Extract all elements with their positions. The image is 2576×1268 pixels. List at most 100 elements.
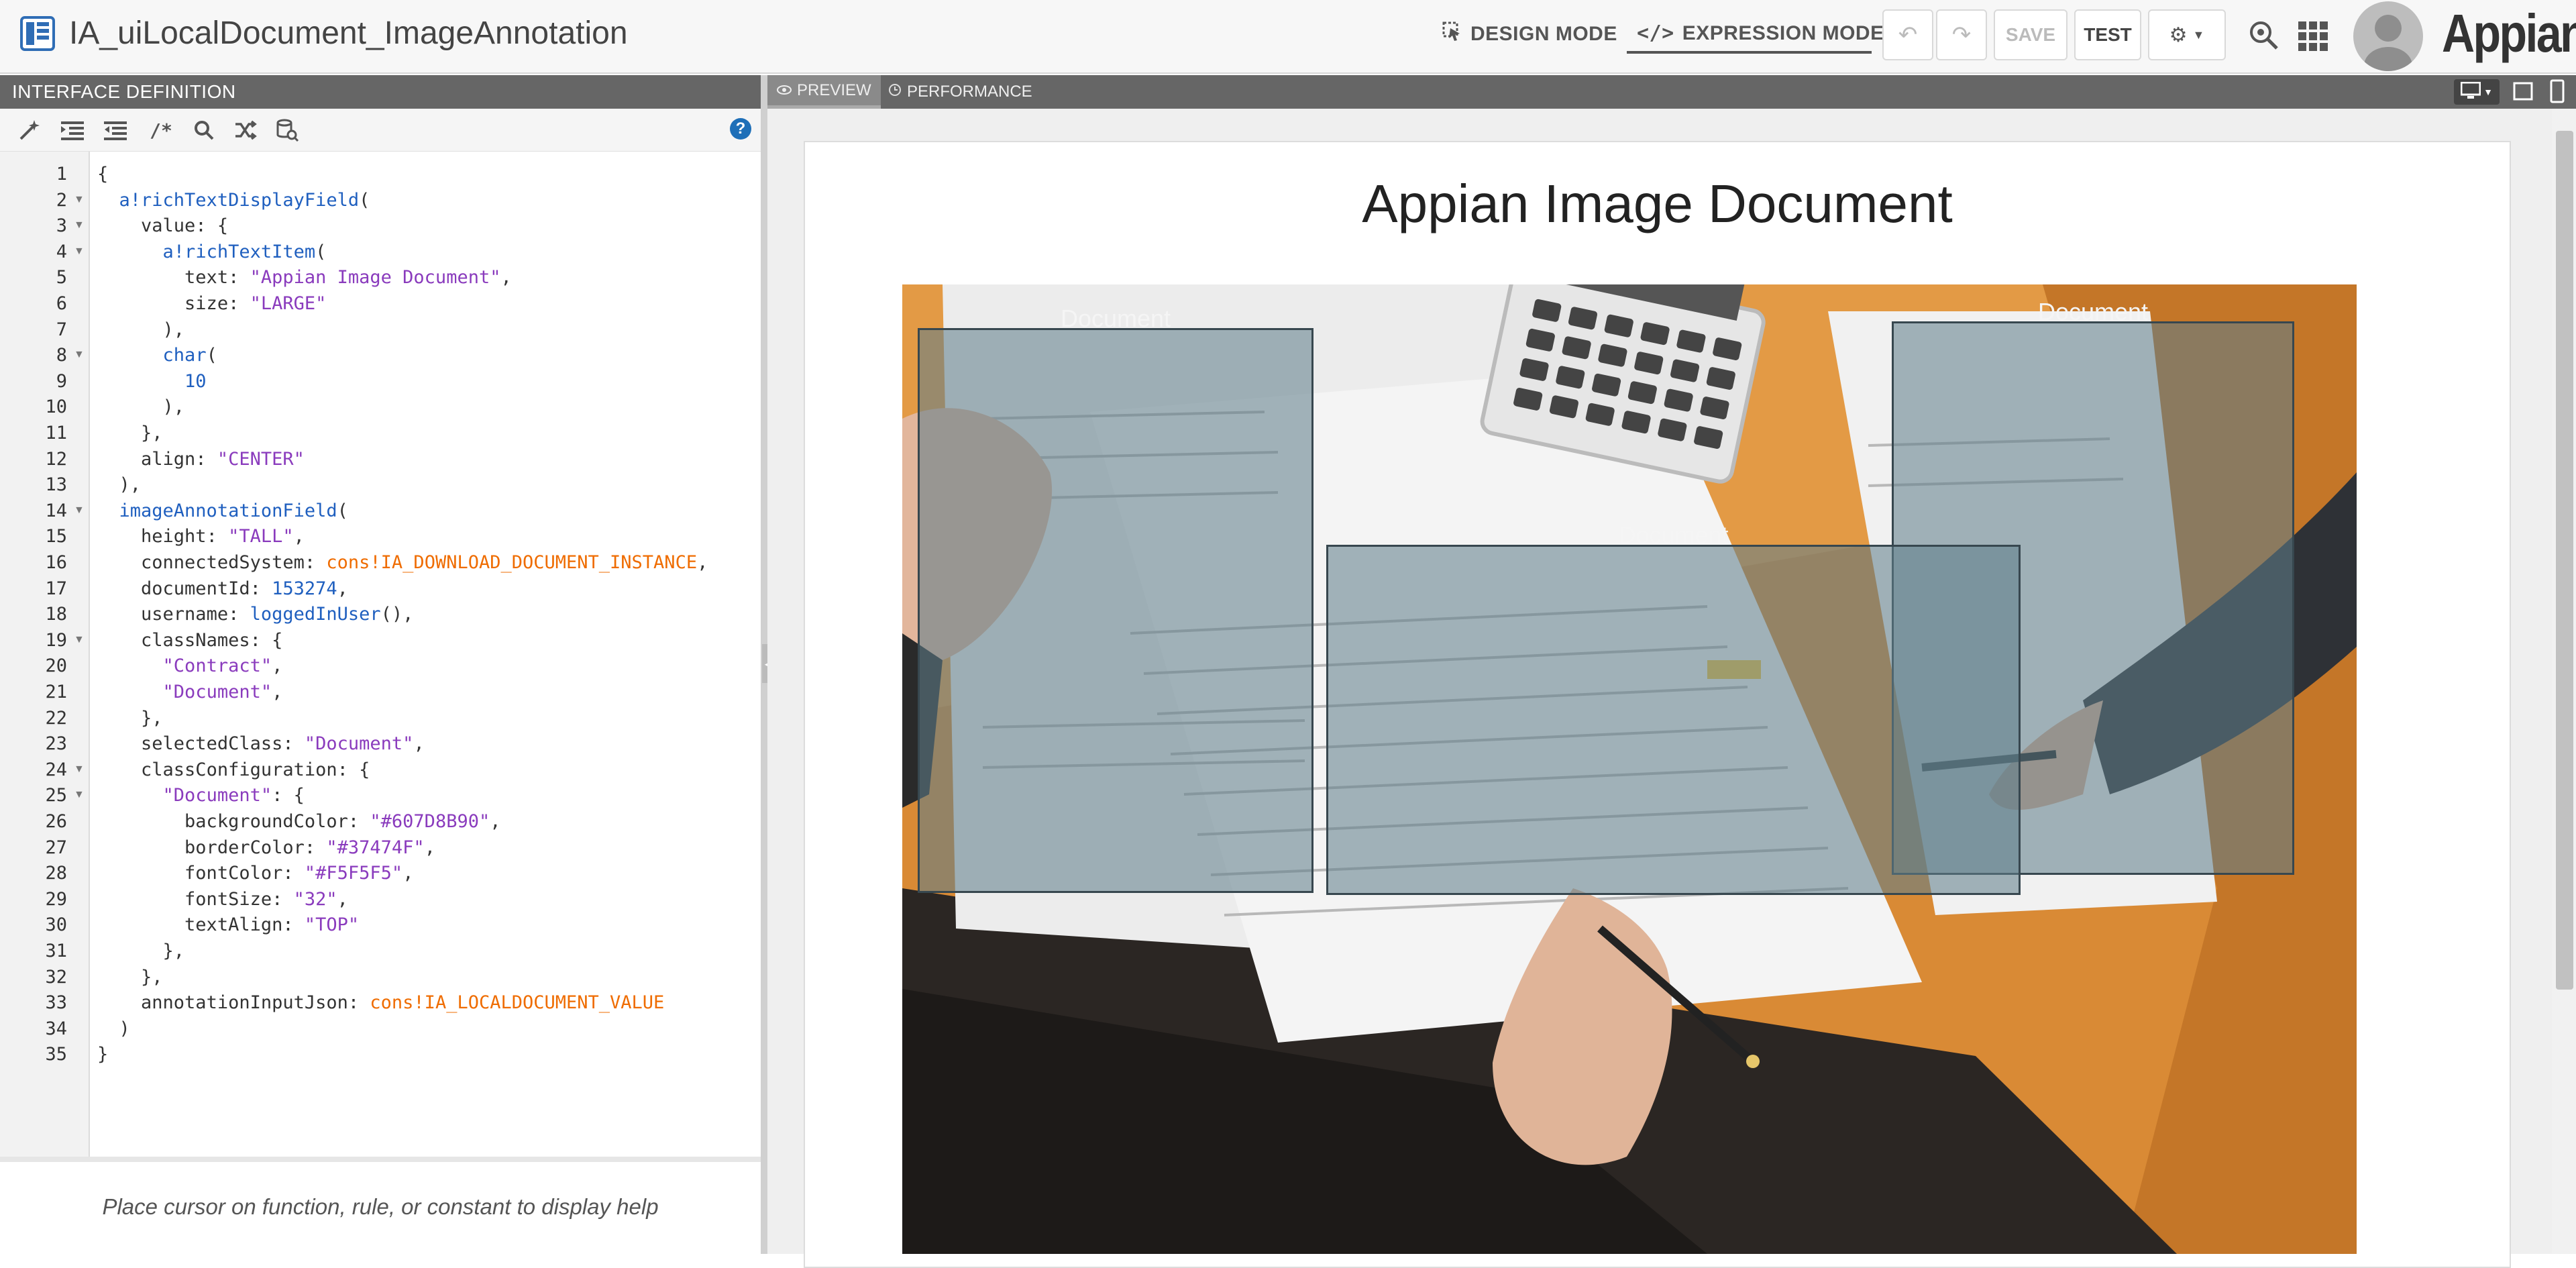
code-line[interactable]: } [97, 1044, 108, 1065]
annotated-image[interactable]: Document Document Document [902, 284, 2357, 1254]
code-line[interactable]: a!richTextDisplayField( [97, 190, 370, 211]
code-line[interactable]: char( [97, 345, 217, 366]
code-line[interactable]: fontColor: "#F5F5F5", [97, 863, 413, 884]
code-line[interactable]: "Contract", [97, 655, 283, 676]
redo-button[interactable]: ↷ [1936, 9, 1987, 60]
annotation-box[interactable]: Document [918, 305, 1313, 893]
annotation-box[interactable]: Document [1326, 521, 2021, 895]
app-grid-icon[interactable] [2297, 20, 2329, 52]
code-line[interactable]: { [97, 164, 108, 184]
line-number: 4 [56, 241, 67, 262]
indent-icon[interactable] [59, 117, 86, 144]
help-icon[interactable]: ? [730, 118, 751, 140]
fold-toggle-icon[interactable]: ▼ [74, 219, 85, 231]
code-line[interactable]: ) [97, 1018, 130, 1039]
line-number: 18 [45, 604, 67, 625]
scrollbar-thumb[interactable] [2556, 131, 2573, 990]
code-line[interactable]: text: "Appian Image Document", [97, 267, 512, 288]
code-line[interactable]: annotationInputJson: cons!IA_LOCALDOCUME… [97, 992, 664, 1013]
expression-mode-button[interactable]: </> EXPRESSION MODE [1637, 21, 1884, 45]
code-line[interactable]: documentId: 153274, [97, 578, 348, 599]
code-line[interactable]: "Document": { [97, 785, 305, 806]
line-number: 12 [45, 448, 67, 470]
code-line[interactable]: classConfiguration: { [97, 759, 370, 780]
line-number: 17 [45, 578, 67, 599]
undo-icon: ↶ [1898, 22, 1918, 48]
search-icon[interactable] [191, 117, 217, 144]
gear-icon: ⚙ [2169, 23, 2188, 46]
code-line[interactable]: ), [97, 397, 185, 417]
outdent-icon[interactable] [102, 117, 129, 144]
code-line[interactable]: username: loggedInUser(), [97, 604, 413, 625]
chevron-down-icon: ▼ [2483, 87, 2493, 97]
tab-preview[interactable]: PREVIEW [767, 75, 881, 109]
line-number: 35 [45, 1044, 67, 1065]
save-button[interactable]: SAVE [1994, 9, 2068, 60]
code-line[interactable]: selectedClass: "Document", [97, 733, 425, 754]
code-line[interactable]: connectedSystem: cons!IA_DOWNLOAD_DOCUME… [97, 552, 708, 573]
code-line[interactable]: }, [97, 941, 185, 961]
fold-toggle-icon[interactable]: ▼ [74, 505, 85, 517]
line-number: 15 [45, 526, 67, 547]
line-number: 19 [45, 629, 67, 651]
line-number: 21 [45, 682, 67, 702]
tab-performance[interactable]: PERFORMANCE [879, 75, 1042, 109]
code-line[interactable]: value: { [97, 215, 228, 236]
design-mode-label: DESIGN MODE [1470, 23, 1617, 45]
code-line[interactable]: }, [97, 708, 163, 729]
fold-toggle-icon[interactable]: ▼ [74, 789, 85, 801]
code-line[interactable]: }, [97, 423, 163, 443]
code-line[interactable]: textAlign: "TOP" [97, 914, 359, 935]
code-line[interactable]: a!richTextItem( [97, 242, 327, 262]
code-line[interactable]: borderColor: "#37474F", [97, 837, 435, 858]
line-number: 28 [45, 863, 67, 884]
shuffle-icon[interactable] [232, 117, 259, 144]
fold-toggle-icon[interactable]: ▼ [74, 246, 85, 258]
code-line[interactable]: ), [97, 474, 142, 495]
interface-definition-header: INTERFACE DEFINITION [0, 75, 761, 109]
design-mode-button[interactable]: DESIGN MODE [1442, 21, 1617, 47]
code-line[interactable]: "Document", [97, 682, 283, 702]
code-line[interactable]: backgroundColor: "#607D8B90", [97, 811, 500, 832]
code-line[interactable]: fontSize: "32", [97, 889, 348, 910]
fold-toggle-icon[interactable]: ▼ [74, 349, 85, 361]
line-number: 23 [45, 733, 67, 755]
code-line[interactable]: 10 [97, 371, 207, 392]
undo-button[interactable]: ↶ [1882, 9, 1933, 60]
code-line[interactable]: size: "LARGE" [97, 293, 326, 314]
line-number: 10 [45, 397, 67, 418]
code-line[interactable]: ), [97, 319, 185, 340]
line-number: 29 [45, 888, 67, 910]
code-line[interactable]: }, [97, 967, 163, 988]
line-number: 7 [56, 319, 67, 340]
tablet-icon[interactable] [2513, 82, 2533, 101]
line-number: 22 [45, 707, 67, 729]
comment-icon[interactable]: /* [148, 117, 174, 144]
device-selector[interactable]: ▼ [2454, 79, 2500, 105]
phone-icon[interactable] [2549, 79, 2565, 103]
magic-wand-icon[interactable] [16, 117, 43, 144]
page-title: IA_uiLocalDocument_ImageAnnotation [69, 15, 628, 51]
code-editor[interactable]: { a!richTextDisplayField( value: { a!ric… [90, 152, 761, 1157]
data-icon[interactable] [274, 117, 301, 144]
fold-toggle-icon[interactable]: ▼ [74, 194, 85, 206]
line-number: 5 [56, 267, 67, 288]
appian-logo: Appian [2442, 3, 2576, 63]
chevron-down-icon: ▼ [2192, 28, 2205, 42]
avatar[interactable] [2353, 1, 2423, 71]
fold-toggle-icon[interactable]: ▼ [74, 634, 85, 646]
settings-menu-button[interactable]: ⚙ ▼ [2148, 9, 2226, 60]
line-number: 13 [45, 474, 67, 496]
annotation-label: Document [2037, 298, 2149, 325]
line-number: 6 [56, 293, 67, 314]
code-line[interactable]: classNames: { [97, 630, 282, 651]
fold-toggle-icon[interactable]: ▼ [74, 763, 85, 776]
annotation-label: Document [1060, 305, 1171, 332]
search-objects-icon[interactable] [2247, 19, 2281, 52]
code-line[interactable]: imageAnnotationField( [97, 500, 348, 521]
code-line[interactable]: height: "TALL", [97, 526, 305, 547]
code-icon: </> [1637, 21, 1674, 45]
code-line[interactable]: align: "CENTER" [97, 449, 305, 470]
line-number: 30 [45, 914, 67, 936]
test-button[interactable]: TEST [2074, 9, 2141, 60]
